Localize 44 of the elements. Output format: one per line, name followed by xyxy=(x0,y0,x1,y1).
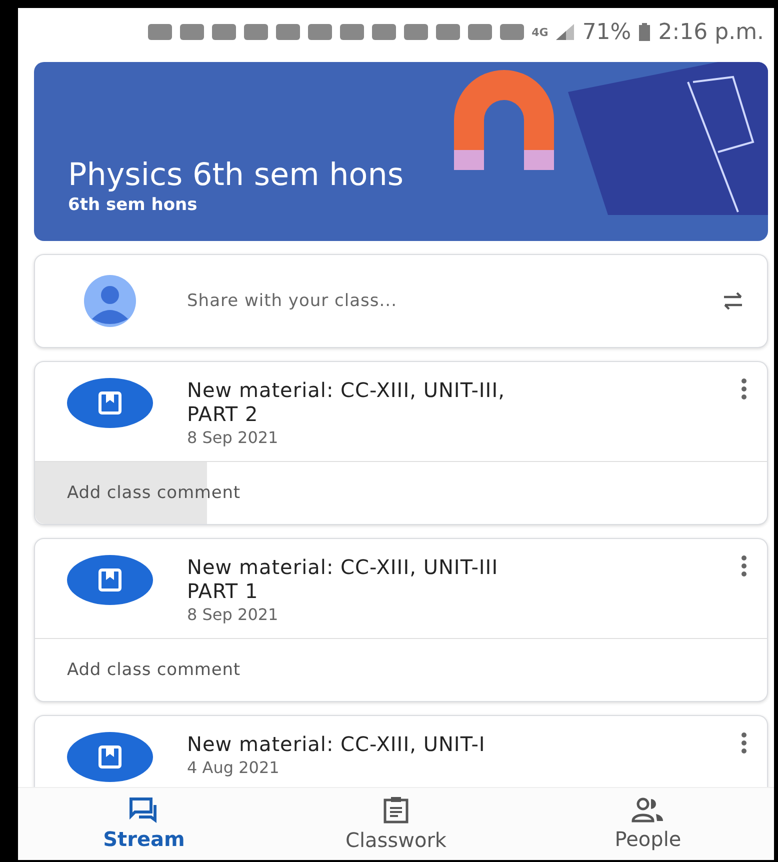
notification-icon xyxy=(308,24,332,40)
chat-icon xyxy=(129,797,159,823)
share-card[interactable]: Share with your class... xyxy=(34,254,768,348)
post-card[interactable]: New material: CC-XIII, UNIT-III, PART 2 8 Sep 2021 Add class comment xyxy=(34,361,768,525)
clipboard-icon xyxy=(383,796,409,824)
notification-icon xyxy=(212,24,236,40)
more-icon[interactable] xyxy=(741,732,747,754)
post-title: New material: CC-XIII, UNIT-III PART 1 xyxy=(187,555,500,603)
post-card[interactable]: New material: CC-XIII, UNIT-I 4 Aug 2021 xyxy=(34,715,768,787)
bookmark-icon xyxy=(67,378,153,428)
notification-icon xyxy=(276,24,300,40)
notification-icon xyxy=(404,24,428,40)
notification-icon xyxy=(468,24,492,40)
bookmark-icon xyxy=(67,555,153,605)
nav-tab[interactable]: People xyxy=(558,797,738,851)
notification-icon xyxy=(500,24,524,40)
bookmark-icon xyxy=(67,732,153,782)
post-card[interactable]: New material: CC-XIII, UNIT-III PART 1 8 Sep 2021 Add class comment xyxy=(34,538,768,702)
notification-icon xyxy=(148,24,172,40)
share-placeholder[interactable]: Share with your class... xyxy=(187,291,687,311)
add-comment-link[interactable]: Add class comment xyxy=(35,638,767,701)
class-title: Physics 6th sem hons xyxy=(68,157,405,193)
signal-icon xyxy=(556,24,574,40)
post-title: New material: CC-XIII, UNIT-III, PART 2 xyxy=(187,378,506,426)
add-comment-link[interactable]: Add class comment xyxy=(35,461,767,524)
nav-tab[interactable]: Stream xyxy=(54,797,234,851)
notification-icon xyxy=(436,24,460,40)
notification-icon xyxy=(244,24,268,40)
battery-level: 71% xyxy=(582,20,632,44)
nav-tab[interactable]: Classwork xyxy=(306,796,486,852)
more-icon[interactable] xyxy=(741,378,747,400)
post-date: 4 Aug 2021 xyxy=(187,758,280,777)
post-date: 8 Sep 2021 xyxy=(187,428,280,447)
network-type: 4G xyxy=(532,26,548,38)
post-date: 8 Sep 2021 xyxy=(187,605,280,624)
more-icon[interactable] xyxy=(741,555,747,577)
notification-icon xyxy=(180,24,204,40)
class-section: 6th sem hons xyxy=(68,195,768,215)
notification-icon xyxy=(340,24,364,40)
people-icon xyxy=(631,797,665,823)
battery-icon xyxy=(639,23,650,41)
post-title: New material: CC-XIII, UNIT-I xyxy=(187,732,486,756)
notification-icon xyxy=(372,24,396,40)
clock-time: 2:16 p.m. xyxy=(658,20,764,44)
